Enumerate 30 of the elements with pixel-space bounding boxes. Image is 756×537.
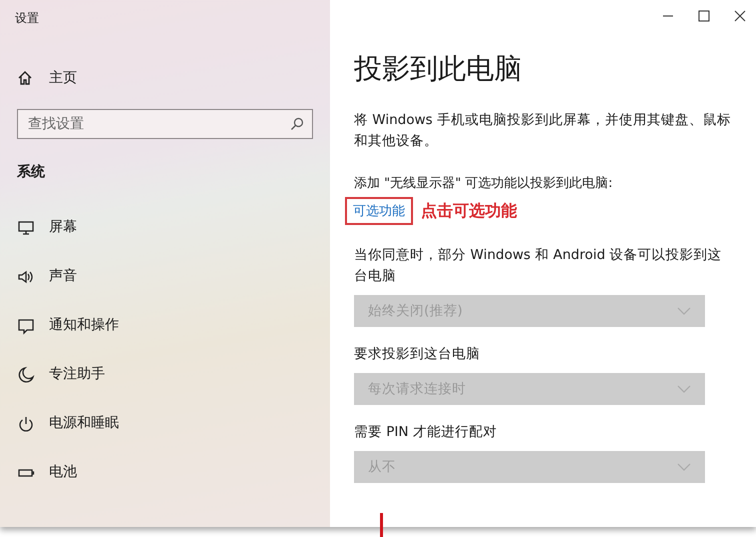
nav-item[interactable]: 电源和睡眠	[17, 413, 313, 434]
power-icon	[17, 414, 35, 432]
nav-item[interactable]: 专注助手	[17, 364, 313, 385]
nav-item[interactable]: 通知和操作	[17, 315, 313, 336]
home-item[interactable]: 主页	[17, 69, 77, 87]
search-icon	[290, 117, 304, 131]
feature-hint: 添加 "无线显示器" 可选功能以投影到此电脑:	[354, 175, 613, 192]
setting-label: 需要 PIN 才能进行配对	[354, 423, 498, 442]
annotation-line	[380, 513, 383, 537]
nav-item[interactable]: 电池	[17, 462, 313, 483]
section-heading: 系统	[17, 163, 45, 181]
monitor-icon	[17, 218, 35, 236]
close-icon[interactable]	[734, 10, 746, 22]
maximize-icon[interactable]	[698, 10, 710, 22]
search-field[interactable]: 查找设置	[17, 109, 313, 139]
page-title: 投影到此电脑	[354, 51, 522, 87]
window-title: 设置	[15, 10, 39, 27]
nav-item[interactable]: 屏幕	[17, 217, 313, 238]
optional-features-link[interactable]: 可选功能	[345, 197, 413, 225]
speech-bubble-icon	[17, 316, 35, 334]
moon-icon	[17, 366, 35, 384]
home-icon	[17, 70, 33, 86]
chevron-icon	[677, 385, 691, 393]
nav-item[interactable]: 声音	[17, 266, 313, 287]
chevron-icon	[677, 463, 691, 471]
description-text: 将 Windows 手机或电脑投影到此屏幕，并使用其键盘、鼠标和其他设备。	[354, 111, 732, 151]
chevron-icon	[677, 307, 691, 315]
setting-label: 当你同意时，部分 Windows 和 Android 设备可以投影到这台电脑	[354, 246, 723, 286]
annotation-text: 点击可选功能	[421, 200, 517, 222]
setting-label: 要求投影到这台电脑	[354, 345, 481, 364]
